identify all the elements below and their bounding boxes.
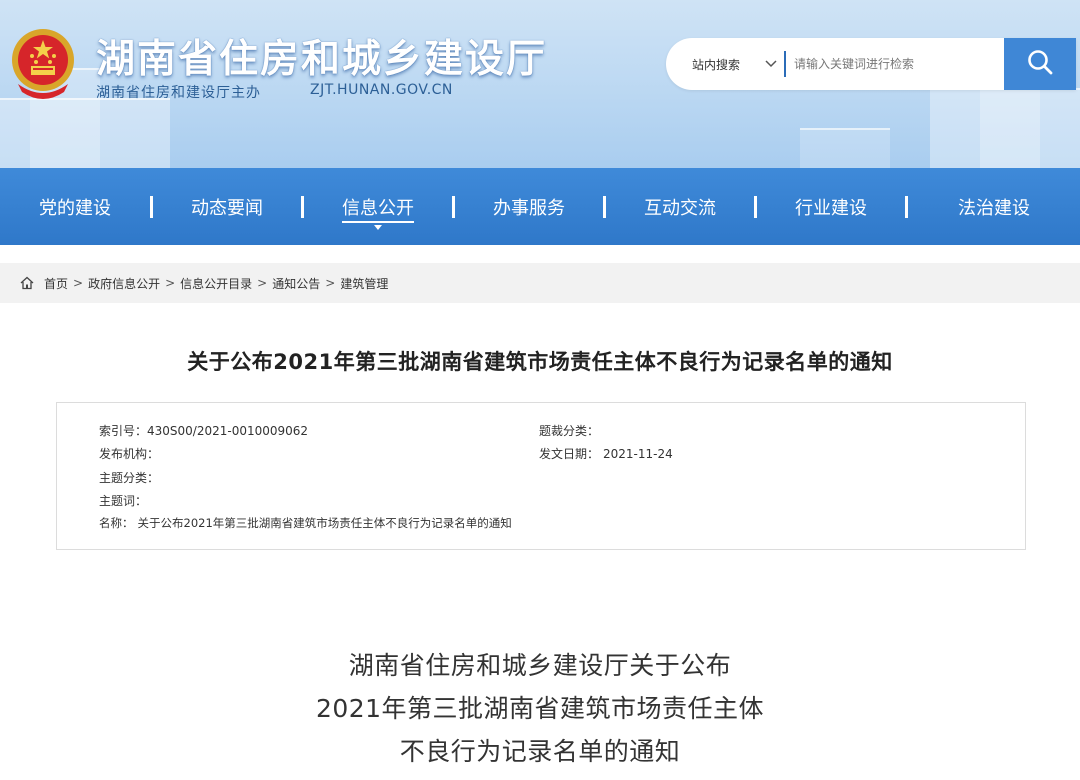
breadcrumb-info-catalog[interactable]: 信息公开目录 bbox=[180, 275, 252, 292]
meta-date-value: 2021-11-24 bbox=[603, 447, 673, 461]
meta-publisher-label: 发布机构： bbox=[99, 447, 160, 461]
search-input[interactable] bbox=[794, 49, 994, 79]
body-heading-line: 2021年第三批湖南省建筑市场责任主体 bbox=[315, 694, 765, 723]
breadcrumb-gov-info[interactable]: 政府信息公开 bbox=[88, 275, 160, 292]
chevron-down-icon bbox=[764, 57, 778, 71]
main-nav: 党的建设 动态要闻 信息公开 办事服务 互动交流 行业建设 法治建设 bbox=[0, 168, 1080, 245]
meta-name-value: 关于公布2021年第三批湖南省建筑市场责任主体不良行为记录名单的通知 bbox=[137, 516, 512, 530]
banner-building-decoration bbox=[800, 128, 890, 168]
breadcrumb: 首页 > 政府信息公开 > 信息公开目录 > 通知公告 > 建筑管理 bbox=[0, 263, 1080, 303]
nav-item-news[interactable]: 动态要闻 bbox=[153, 168, 301, 245]
search-button[interactable] bbox=[1004, 38, 1076, 90]
nav-item-party-building[interactable]: 党的建设 bbox=[0, 168, 150, 245]
breadcrumb-separator: > bbox=[257, 276, 268, 290]
meta-genre: 题裁分类： bbox=[539, 422, 603, 439]
search-scope-select[interactable]: 站内搜索 bbox=[666, 56, 784, 73]
search-bar: 站内搜索 bbox=[666, 38, 1076, 90]
breadcrumb-separator: > bbox=[165, 276, 176, 290]
article-body-heading: 湖南省住房和城乡建设厅关于公布 2021年第三批湖南省建筑市场责任主体 不良行为… bbox=[0, 644, 1080, 773]
meta-publisher: 发布机构： bbox=[99, 445, 163, 462]
meta-name: 名称： 关于公布2021年第三批湖南省建筑市场责任主体不良行为记录名单的通知 bbox=[99, 515, 512, 531]
search-icon bbox=[1026, 48, 1054, 80]
breadcrumb-home[interactable]: 首页 bbox=[44, 275, 68, 292]
site-sponsor: 湖南省住房和建设厅主办 bbox=[96, 85, 261, 101]
breadcrumb-notices[interactable]: 通知公告 bbox=[272, 275, 320, 292]
national-emblem-icon[interactable] bbox=[8, 26, 78, 102]
body-heading-line: 不良行为记录名单的通知 bbox=[399, 737, 681, 766]
nav-item-industry[interactable]: 行业建设 bbox=[757, 168, 905, 245]
nav-item-info-disclosure[interactable]: 信息公开 bbox=[304, 168, 452, 245]
meta-index-value: 430S00/2021-0010009062 bbox=[147, 424, 309, 438]
meta-name-label: 名称： bbox=[99, 516, 134, 530]
nav-item-rule-of-law[interactable]: 法治建设 bbox=[908, 168, 1080, 245]
nav-item-interaction[interactable]: 互动交流 bbox=[606, 168, 754, 245]
article-title: 关于公布2021年第三批湖南省建筑市场责任主体不良行为记录名单的通知 bbox=[187, 350, 893, 374]
site-title[interactable]: 湖南省住房和城乡建设厅 bbox=[96, 28, 547, 84]
nav-item-services[interactable]: 办事服务 bbox=[455, 168, 603, 245]
home-icon[interactable] bbox=[20, 276, 34, 290]
meta-index: 索引号：430S00/2021-0010009062 bbox=[99, 422, 308, 439]
meta-topic: 主题分类： bbox=[99, 469, 163, 486]
meta-keywords-label: 主题词： bbox=[99, 494, 148, 508]
nav-item-label: 信息公开 bbox=[342, 197, 414, 219]
site-domain: ZJT.HUNAN.GOV.CN bbox=[310, 82, 453, 98]
meta-date-label: 发文日期： bbox=[539, 447, 600, 461]
breadcrumb-separator: > bbox=[73, 276, 84, 290]
meta-genre-label: 题裁分类： bbox=[539, 424, 600, 438]
meta-keywords: 主题词： bbox=[99, 492, 151, 509]
header-banner: 湖南省住房和城乡建设厅 湖南省住房和建设厅主办 ZJT.HUNAN.GOV.CN… bbox=[0, 0, 1080, 168]
search-scope-label: 站内搜索 bbox=[692, 57, 741, 72]
meta-topic-label: 主题分类： bbox=[99, 471, 160, 485]
document-metadata-box: 索引号：430S00/2021-0010009062 发布机构： 主题分类： 主… bbox=[56, 402, 1026, 550]
meta-index-label: 索引号： bbox=[99, 424, 148, 438]
breadcrumb-separator: > bbox=[325, 276, 336, 290]
active-caret-icon bbox=[374, 225, 382, 230]
breadcrumb-construction-mgmt[interactable]: 建筑管理 bbox=[340, 275, 388, 292]
meta-date: 发文日期： 2021-11-24 bbox=[539, 445, 673, 462]
body-heading-line: 湖南省住房和城乡建设厅关于公布 bbox=[348, 651, 732, 680]
search-divider bbox=[784, 51, 786, 77]
